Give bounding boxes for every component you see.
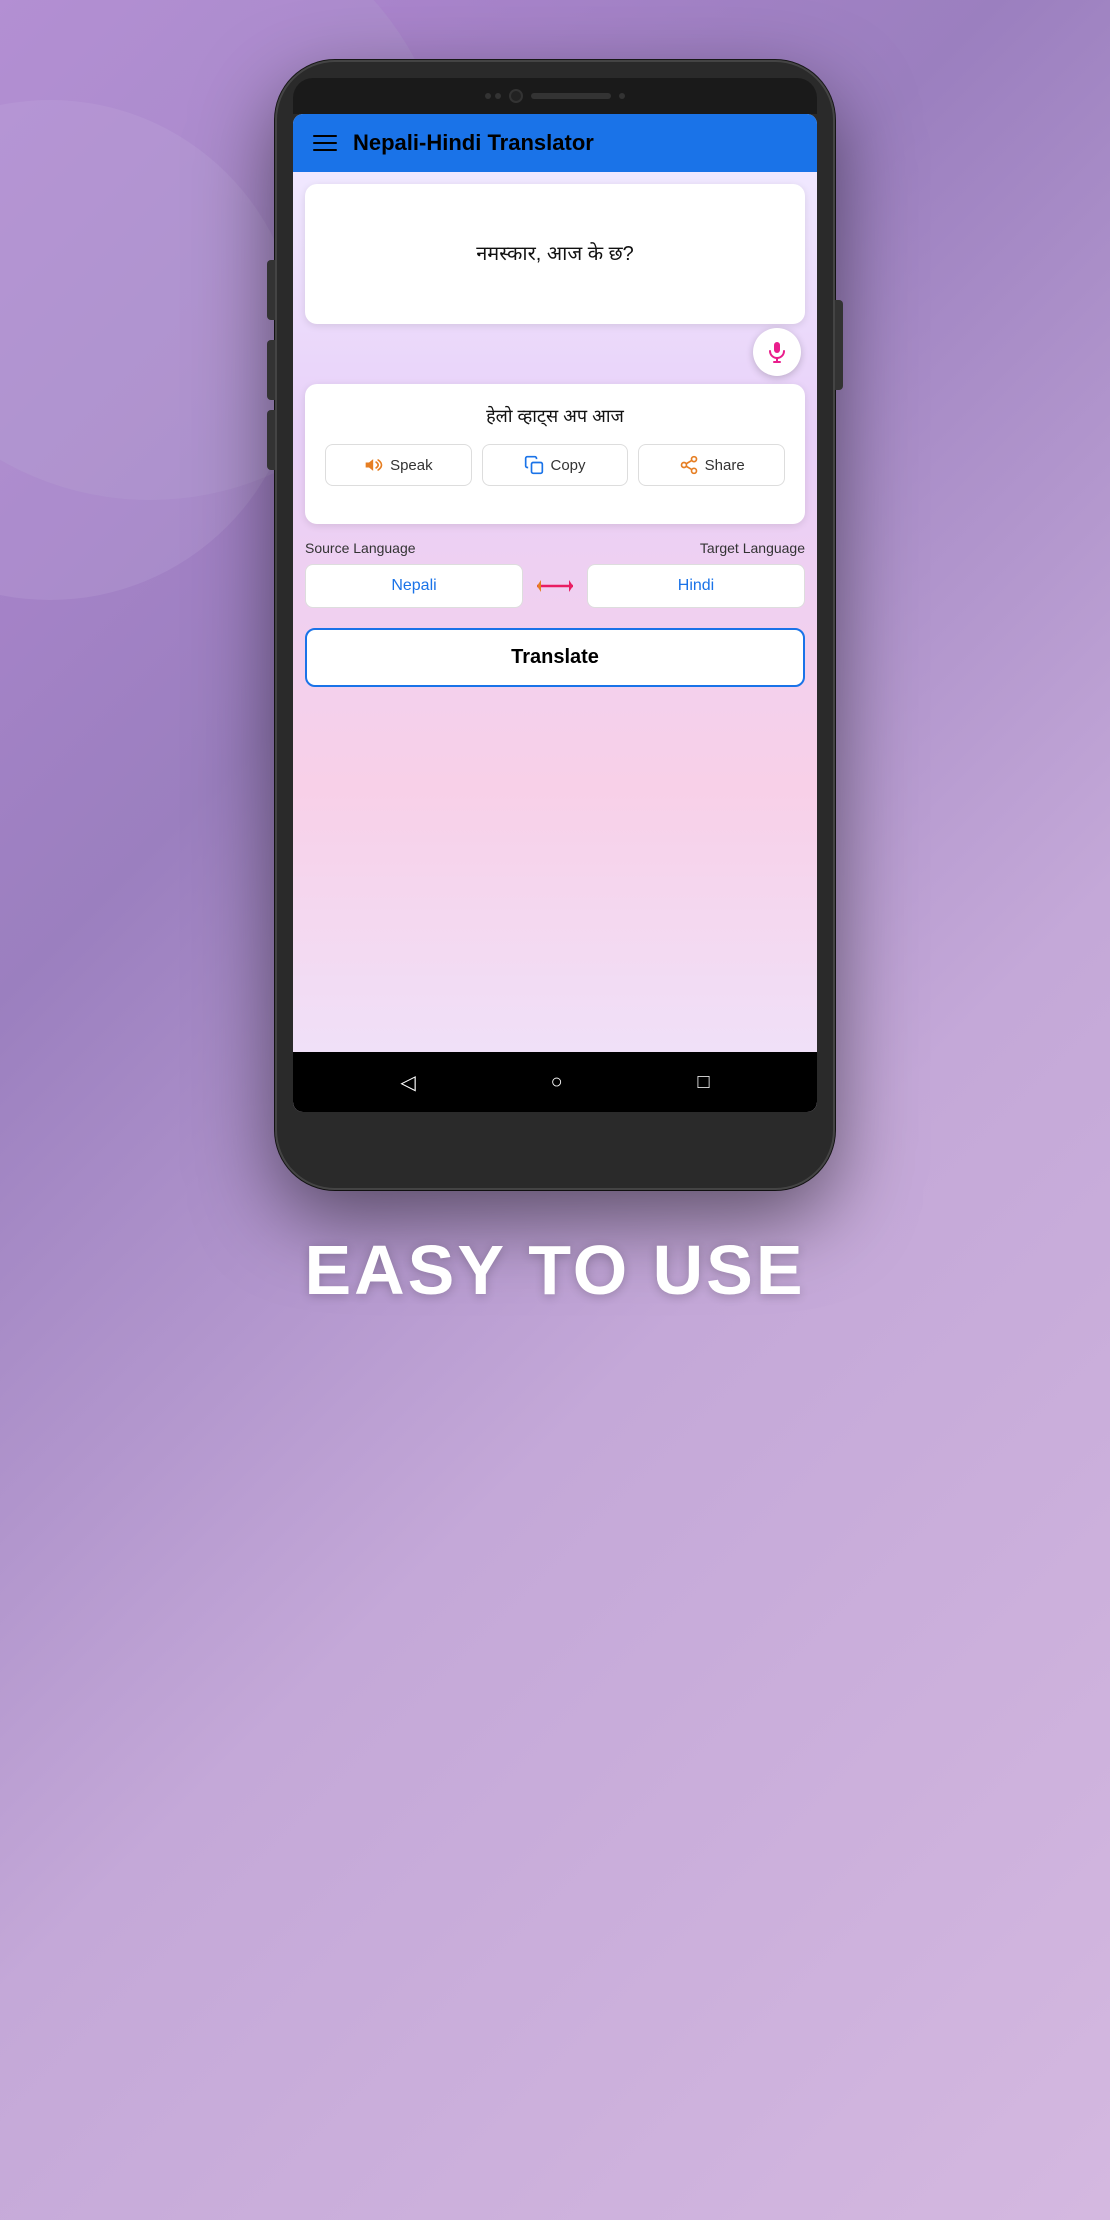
sensor-dots (485, 93, 501, 99)
phone-camera-area (485, 89, 625, 103)
copy-icon (524, 455, 544, 475)
home-nav-button[interactable]: ○ (551, 1071, 563, 1094)
source-language-label: Source Language (305, 540, 416, 556)
phone-shell: Nepali-Hindi Translator नमस्कार, आज के छ… (275, 60, 835, 1190)
phone-screen: Nepali-Hindi Translator नमस्कार, आज के छ… (293, 114, 817, 1112)
language-labels: Source Language Target Language (305, 540, 805, 556)
target-language-label: Target Language (700, 540, 805, 556)
language-selectors: Nepali Hindi (305, 564, 805, 608)
copy-button[interactable]: Copy (482, 444, 629, 486)
mic-button[interactable] (753, 328, 801, 376)
copy-label: Copy (550, 457, 585, 474)
output-card: हेलो व्हाट्स अप आज Speak (305, 384, 805, 524)
app-bar: Nepali-Hindi Translator (293, 114, 817, 172)
sensor-dot (619, 93, 625, 99)
output-text: हेलो व्हाट्स अप आज (325, 404, 785, 428)
share-icon (679, 455, 699, 475)
speak-button[interactable]: Speak (325, 444, 472, 486)
app-title: Nepali-Hindi Translator (353, 130, 594, 156)
front-camera (509, 89, 523, 103)
speaker-icon (364, 455, 384, 475)
swap-languages-button[interactable] (531, 566, 579, 606)
speaker-grill (531, 93, 611, 99)
swap-icon (535, 574, 575, 598)
source-language-button[interactable]: Nepali (305, 564, 523, 608)
microphone-icon (765, 340, 789, 364)
target-language-button[interactable]: Hindi (587, 564, 805, 608)
input-card[interactable]: नमस्कार, आज के छ? (305, 184, 805, 324)
tagline: EASY TO USE (304, 1230, 805, 1310)
sensor-dot (495, 93, 501, 99)
phone-bottom-nav: ◁ ○ □ (293, 1052, 817, 1112)
speak-label: Speak (390, 457, 433, 474)
share-label: Share (705, 457, 745, 474)
hamburger-line (313, 149, 337, 151)
input-text: नमस्कार, आज के छ? (476, 239, 634, 269)
language-section: Source Language Target Language Nepali (305, 532, 805, 616)
app-content: नमस्कार, आज के छ? हेलो व्ह (293, 172, 817, 1052)
phone-top-bar (293, 78, 817, 114)
action-buttons: Speak Copy (325, 444, 785, 486)
mic-area (305, 328, 805, 376)
translate-button[interactable]: Translate (305, 628, 805, 687)
hamburger-line (313, 135, 337, 137)
share-button[interactable]: Share (638, 444, 785, 486)
hamburger-menu-icon[interactable] (313, 135, 337, 151)
sensor-dot (485, 93, 491, 99)
recent-nav-button[interactable]: □ (697, 1071, 709, 1094)
hamburger-line (313, 142, 337, 144)
back-nav-button[interactable]: ◁ (400, 1070, 415, 1095)
